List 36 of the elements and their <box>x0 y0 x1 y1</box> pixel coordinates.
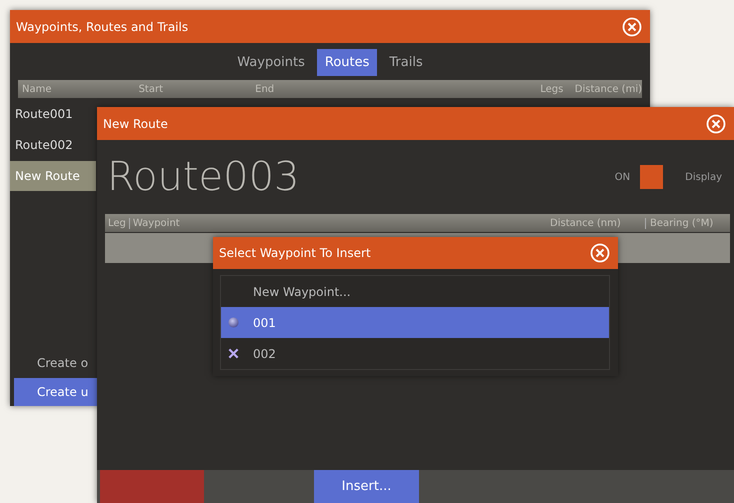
create-button[interactable]: Create u <box>14 378 98 406</box>
cross-icon <box>228 348 238 359</box>
display-toggle[interactable] <box>640 165 664 189</box>
column-header: End <box>255 84 276 94</box>
column-header: Leg <box>105 218 130 228</box>
column-header: Name <box>21 84 53 94</box>
waypoint-label: 001 <box>252 316 276 330</box>
window-title: Select Waypoint To Insert <box>219 246 371 260</box>
window-title: New Route <box>103 116 168 130</box>
waypoint-item[interactable]: 002 <box>221 338 609 369</box>
tab[interactable]: Trails <box>381 49 431 76</box>
column-header: Distance (mi) <box>574 84 642 94</box>
route-row[interactable]: Route001 <box>10 99 96 129</box>
waypoint-item[interactable]: New Waypoint... <box>221 276 609 307</box>
close-icon[interactable] <box>622 16 642 36</box>
window-title: Waypoints, Routes and Trails <box>16 20 188 34</box>
footer-text: Create o <box>36 356 90 372</box>
sphere-icon <box>228 317 238 328</box>
tab[interactable]: Routes <box>316 49 378 76</box>
close-icon[interactable] <box>706 114 726 134</box>
column-header: Distance (nm) <box>550 218 646 228</box>
waypoint-label: 002 <box>252 346 276 360</box>
route-name: Route003 <box>107 154 300 200</box>
toggle-label: ON <box>614 172 630 182</box>
route-row[interactable]: Route002 <box>10 130 96 160</box>
display-label: Display <box>685 172 722 182</box>
waypoint-item[interactable]: 001 <box>221 307 609 338</box>
insert-button[interactable]: Insert... <box>314 470 419 503</box>
column-header: Legs <box>540 84 564 94</box>
close-icon[interactable] <box>590 243 610 263</box>
column-header: Waypoint <box>132 218 181 228</box>
column-header: Bearing (°M) <box>649 218 714 228</box>
waypoint-label: New Waypoint... <box>252 284 351 298</box>
tab[interactable]: Waypoints <box>229 49 313 76</box>
route-row[interactable]: New Route <box>10 161 96 191</box>
column-header: Start <box>138 84 164 94</box>
